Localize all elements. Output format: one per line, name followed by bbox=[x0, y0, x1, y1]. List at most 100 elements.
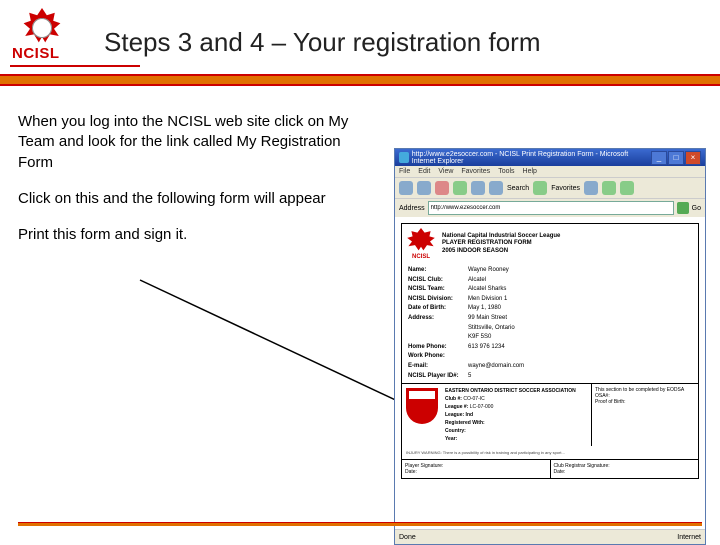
menu-favorites[interactable]: Favorites bbox=[461, 168, 490, 175]
field-value: Men Division 1 bbox=[468, 295, 507, 305]
address-bar: Address Go bbox=[395, 199, 705, 217]
field-label: Home Phone: bbox=[408, 343, 468, 353]
forward-icon[interactable] bbox=[417, 181, 431, 195]
instruction-p1: When you log into the NCISL web site cli… bbox=[18, 112, 378, 173]
field-row: E-mail:wayne@domain.com bbox=[408, 362, 692, 372]
minimize-button[interactable]: _ bbox=[651, 151, 667, 165]
favorites-icon[interactable] bbox=[533, 181, 547, 195]
registrar-signature-cell: Club Registrar Signature: Date: bbox=[551, 460, 699, 478]
field-row: Home Phone:613 976 1234 bbox=[408, 343, 692, 353]
injury-warning: INJURY WARNING: There is a possibility o… bbox=[402, 446, 698, 459]
maximize-button[interactable]: □ bbox=[668, 151, 684, 165]
field-row: NCISL Team:Alcatel Sharks bbox=[408, 285, 692, 295]
field-row: Work Phone: bbox=[408, 352, 692, 362]
player-signature-cell: Player Signature: Date: bbox=[402, 460, 551, 478]
stop-icon[interactable] bbox=[435, 181, 449, 195]
field-row: Name:Wayne Rooney bbox=[408, 266, 692, 276]
footer-stripe bbox=[18, 522, 702, 526]
print-icon[interactable] bbox=[620, 181, 634, 195]
status-left: Done bbox=[399, 534, 416, 541]
field-row: Date of Birth:May 1, 1980 bbox=[408, 304, 692, 314]
field-value: Wayne Rooney bbox=[468, 266, 509, 276]
window-buttons: _ □ × bbox=[651, 151, 701, 165]
menu-file[interactable]: File bbox=[399, 168, 410, 175]
signature-row: Player Signature: Date: Club Registrar S… bbox=[402, 459, 698, 478]
player-fields: Name:Wayne RooneyNCISL Club:AlcatelNCISL… bbox=[402, 264, 698, 383]
home-icon[interactable] bbox=[471, 181, 485, 195]
field-value: May 1, 1980 bbox=[468, 304, 501, 314]
field-label: Address: bbox=[408, 314, 468, 343]
header-stripe bbox=[0, 74, 720, 86]
field-value: 613 976 1234 bbox=[468, 343, 505, 353]
eodsa-field-row: Club #: CO-07-IC bbox=[445, 395, 588, 403]
ncisl-logo: NCISL bbox=[10, 8, 74, 68]
status-right: Internet bbox=[677, 534, 701, 541]
form-header: NCISL National Capital Industrial Soccer… bbox=[402, 224, 698, 264]
field-value: Alcatel bbox=[468, 276, 486, 286]
status-bar: Done Internet bbox=[395, 529, 705, 544]
menu-tools[interactable]: Tools bbox=[498, 168, 514, 175]
menu-view[interactable]: View bbox=[438, 168, 453, 175]
browser-content: NCISL National Capital Industrial Soccer… bbox=[395, 217, 705, 529]
eodsa-field-row: League: Ind bbox=[445, 411, 588, 419]
back-icon[interactable] bbox=[399, 181, 413, 195]
eodsa-right-title: This section to be completed by EODSA bbox=[595, 387, 695, 393]
window-title: http://www.e2esoccer.com - NCISL Print R… bbox=[412, 151, 651, 165]
form-logo: NCISL bbox=[406, 228, 436, 260]
logo-text: NCISL bbox=[12, 45, 60, 62]
address-label: Address bbox=[399, 205, 425, 212]
field-row: Address:99 Main Street Stittsville, Onta… bbox=[408, 314, 692, 343]
field-row: NCISL Club:Alcatel bbox=[408, 276, 692, 286]
toolbar-search-label[interactable]: Search bbox=[507, 185, 529, 192]
eodsa-proof: Proof of Birth: bbox=[595, 399, 695, 405]
browser-window: http://www.e2esoccer.com - NCISL Print R… bbox=[394, 148, 706, 545]
field-value: wayne@domain.com bbox=[468, 362, 524, 372]
close-button[interactable]: × bbox=[685, 151, 701, 165]
history-icon[interactable] bbox=[584, 181, 598, 195]
instruction-p3: Print this form and sign it. bbox=[18, 225, 378, 245]
ie-icon bbox=[399, 152, 409, 163]
field-label: Name: bbox=[408, 266, 468, 276]
field-row: NCISL Division:Men Division 1 bbox=[408, 295, 692, 305]
eodsa-field-row: Year: bbox=[445, 435, 588, 443]
field-label: NCISL Team: bbox=[408, 285, 468, 295]
field-value: 5 bbox=[468, 372, 471, 382]
toolbar: Search Favorites bbox=[395, 177, 705, 199]
soccer-ball-icon bbox=[32, 18, 52, 38]
eodsa-fields: EASTERN ONTARIO DISTRICT SOCCER ASSOCIAT… bbox=[442, 384, 591, 446]
eodsa-field-row: League #: LC-07-000 bbox=[445, 403, 588, 411]
menu-bar: File Edit View Favorites Tools Help bbox=[395, 166, 705, 177]
form-title-block: National Capital Industrial Soccer Leagu… bbox=[442, 233, 560, 255]
field-value: 99 Main Street Stittsville, Ontario K9F … bbox=[468, 314, 515, 343]
form-logo-text: NCISL bbox=[412, 254, 430, 260]
field-label: NCISL Division: bbox=[408, 295, 468, 305]
search-icon[interactable] bbox=[489, 181, 503, 195]
eodsa-section: EASTERN ONTARIO DISTRICT SOCCER ASSOCIAT… bbox=[402, 383, 698, 446]
registration-form: NCISL National Capital Industrial Soccer… bbox=[401, 223, 699, 479]
eodsa-badge-icon bbox=[406, 388, 438, 424]
eodsa-field-row: Registered With: bbox=[445, 419, 588, 427]
org-name: National Capital Industrial Soccer Leagu… bbox=[442, 233, 560, 240]
menu-edit[interactable]: Edit bbox=[418, 168, 430, 175]
mail-icon[interactable] bbox=[602, 181, 616, 195]
logo-underline bbox=[10, 65, 140, 67]
field-label: NCISL Player ID#: bbox=[408, 372, 468, 382]
date-label-2: Date: bbox=[554, 469, 696, 475]
instruction-p2: Click on this and the following form wil… bbox=[18, 189, 378, 209]
field-value: Alcatel Sharks bbox=[468, 285, 506, 295]
menu-help[interactable]: Help bbox=[523, 168, 537, 175]
field-row: NCISL Player ID#:5 bbox=[408, 372, 692, 382]
go-button[interactable] bbox=[677, 202, 689, 214]
go-label[interactable]: Go bbox=[692, 205, 701, 212]
slide-title: Steps 3 and 4 – Your registration form bbox=[104, 27, 541, 58]
address-input[interactable] bbox=[428, 201, 674, 215]
field-label: NCISL Club: bbox=[408, 276, 468, 286]
date-label-1: Date: bbox=[405, 469, 547, 475]
toolbar-fav-label[interactable]: Favorites bbox=[551, 185, 580, 192]
field-label: E-mail: bbox=[408, 362, 468, 372]
form-name: PLAYER REGISTRATION FORM bbox=[442, 240, 560, 247]
slide-header: NCISL Steps 3 and 4 – Your registration … bbox=[0, 0, 720, 68]
field-label: Work Phone: bbox=[408, 352, 468, 362]
refresh-icon[interactable] bbox=[453, 181, 467, 195]
window-titlebar: http://www.e2esoccer.com - NCISL Print R… bbox=[395, 149, 705, 166]
